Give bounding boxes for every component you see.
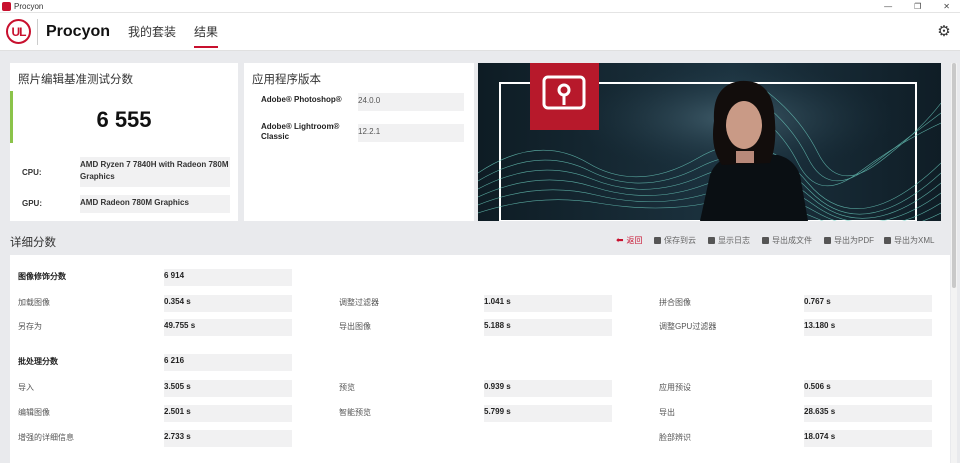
restore-button[interactable]: ❐	[914, 0, 921, 13]
arrow-left-icon: ⬅	[616, 235, 624, 245]
app-versions-card: 应用程序版本 Adobe® Photoshop® 24.0.0 Adobe® L…	[244, 63, 474, 221]
show-log-label: 显示日志	[718, 236, 750, 245]
ul-logo: UL	[6, 19, 31, 44]
save-to-cloud-label: 保存到云	[664, 236, 696, 245]
metric-value: 3.505 s	[164, 380, 292, 397]
metric-name: 调整GPU过滤器	[659, 322, 717, 331]
metric-name: 导出图像	[339, 322, 371, 331]
logo-divider	[37, 18, 38, 45]
metric-name: 预览	[339, 383, 355, 392]
window-titlebar: Procyon — ❐ ✕	[0, 0, 960, 13]
save-to-cloud-button[interactable]: 保存到云	[654, 235, 696, 246]
main-nav: 我的套装 结果	[128, 13, 219, 51]
metric-value: 0.506 s	[804, 380, 932, 397]
metric-name: 加载图像	[18, 298, 50, 307]
metric-value: 18.074 s	[804, 430, 932, 447]
hero-banner-image	[478, 63, 941, 221]
metric-value: 49.755 s	[164, 319, 292, 336]
metric-name: 编辑图像	[18, 408, 50, 417]
metric-value: 5.188 s	[484, 319, 612, 336]
metric-name: 增强的详细信息	[18, 433, 74, 442]
download-icon	[884, 237, 891, 244]
app-name: Adobe® Lightroom® Classic	[261, 122, 340, 141]
metric-value: 5.799 s	[484, 405, 612, 422]
app-header: UL Procyon 我的套装 结果 ⚙	[0, 13, 960, 51]
app-versions-title: 应用程序版本	[252, 74, 321, 86]
cloud-icon	[654, 237, 661, 244]
scrollbar-thumb[interactable]	[952, 63, 956, 288]
app-name: Adobe® Photoshop®	[261, 95, 342, 104]
cpu-value: AMD Ryzen 7 7840H with Radeon 780M Graph…	[80, 157, 230, 187]
metric-value: 28.635 s	[804, 405, 932, 422]
export-pdf-label: 导出为PDF	[834, 236, 874, 245]
score-title: 照片编辑基准测试分数	[18, 74, 133, 86]
metric-name: 导出	[659, 408, 675, 417]
metric-name: 调整过滤器	[339, 298, 379, 307]
metric-value: 2.733 s	[164, 430, 292, 447]
hero-illustration	[478, 63, 941, 221]
group-score: 6 216	[164, 354, 292, 371]
metric-value: 0.939 s	[484, 380, 612, 397]
gear-icon[interactable]: ⚙	[936, 24, 952, 40]
detailed-scores-panel: 图像修饰分数 6 914 加载图像 0.354 s 调整过滤器 1.041 s …	[10, 255, 950, 463]
download-icon	[762, 237, 769, 244]
export-xml-button[interactable]: 导出为XML	[884, 235, 934, 246]
group-score: 6 914	[164, 269, 292, 286]
close-button[interactable]: ✕	[943, 0, 950, 13]
app-version: 12.2.1	[358, 124, 464, 142]
back-button[interactable]: ⬅ 返回	[616, 235, 643, 246]
app-icon	[2, 1, 11, 11]
cpu-label: CPU:	[22, 168, 42, 177]
metric-value: 2.501 s	[164, 405, 292, 422]
metric-name: 智能预览	[339, 408, 371, 417]
group-name: 批处理分数	[18, 357, 58, 366]
export-file-button[interactable]: 导出成文件	[762, 235, 812, 246]
metric-name: 另存为	[18, 322, 42, 331]
metric-value: 0.767 s	[804, 295, 932, 312]
metric-value: 0.354 s	[164, 295, 292, 312]
gpu-value: AMD Radeon 780M Graphics	[80, 195, 230, 213]
window-title: Procyon	[14, 1, 44, 11]
save-icon	[824, 237, 831, 244]
app-version: 24.0.0	[358, 93, 464, 111]
metric-name: 脸部辨识	[659, 433, 691, 442]
group-name: 图像修饰分数	[18, 272, 66, 281]
metric-name: 导入	[18, 383, 34, 392]
benchmark-score: 6 555	[96, 107, 152, 132]
window-controls: — ❐ ✕	[884, 0, 950, 13]
gpu-label: GPU:	[22, 199, 42, 208]
export-file-label: 导出成文件	[772, 236, 812, 245]
details-title: 详细分数	[10, 237, 56, 249]
document-icon	[708, 237, 715, 244]
tab-my-suites[interactable]: 我的套装	[128, 13, 176, 51]
show-log-button[interactable]: 显示日志	[708, 235, 750, 246]
metric-value: 13.180 s	[804, 319, 932, 336]
minimize-button[interactable]: —	[884, 0, 892, 13]
benchmark-score-card: 照片编辑基准测试分数 6 555 CPU: AMD Ryzen 7 7840H …	[10, 63, 238, 221]
export-pdf-button[interactable]: 导出为PDF	[824, 235, 874, 246]
tab-results[interactable]: 结果	[194, 13, 219, 51]
metric-name: 拼合图像	[659, 298, 691, 307]
brand-name: Procyon	[46, 22, 111, 40]
metric-name: 应用预设	[659, 383, 691, 392]
export-xml-label: 导出为XML	[894, 236, 935, 245]
back-label: 返回	[626, 236, 643, 245]
vertical-scrollbar[interactable]	[951, 63, 957, 463]
metric-value: 1.041 s	[484, 295, 612, 312]
